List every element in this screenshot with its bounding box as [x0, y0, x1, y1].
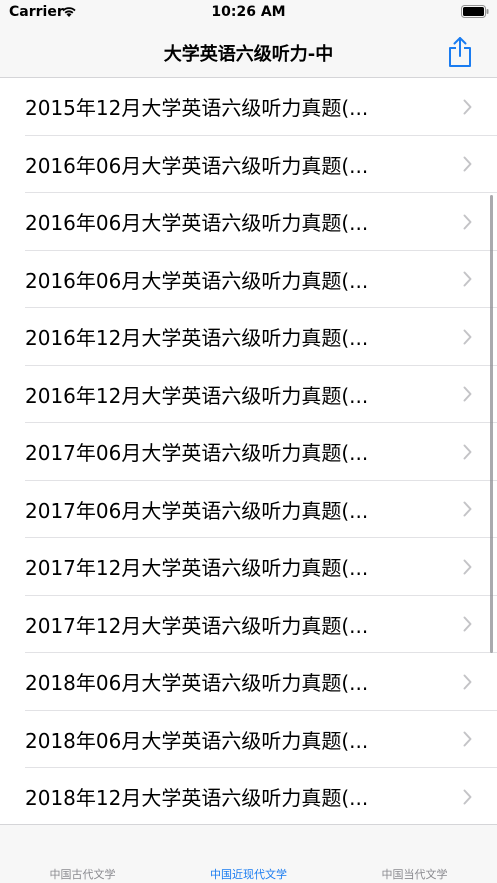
list-item-label: 2017年12月大学英语六级听力真题(...	[25, 556, 369, 581]
chevron-right-icon	[463, 501, 472, 517]
list-item[interactable]: 2016年12月大学英语六级听力真题(...	[0, 308, 497, 366]
chevron-right-icon	[463, 214, 472, 230]
chevron-right-icon	[463, 674, 472, 690]
list-item[interactable]: 2018年06月大学英语六级听力真题(...	[0, 653, 497, 711]
status-bar: Carrier 10:26 AM	[0, 0, 497, 28]
chevron-right-icon	[463, 559, 472, 575]
list-item-label: 2016年06月大学英语六级听力真题(...	[25, 211, 369, 236]
chevron-right-icon	[463, 156, 472, 172]
chevron-right-icon	[463, 99, 472, 115]
chevron-right-icon	[463, 444, 472, 460]
chevron-right-icon	[463, 789, 472, 805]
chevron-right-icon	[463, 731, 472, 747]
list-item[interactable]: 2017年12月大学英语六级听力真题(...	[0, 538, 497, 596]
list-item[interactable]: 2018年06月大学英语六级听力真题(...	[0, 711, 497, 769]
list-item[interactable]: 2016年06月大学英语六级听力真题(...	[0, 136, 497, 194]
list-item[interactable]: 2017年12月大学英语六级听力真题(...	[0, 596, 497, 654]
list-item[interactable]: 2017年06月大学英语六级听力真题(...	[0, 481, 497, 539]
list-item[interactable]: 2016年06月大学英语六级听力真题(...	[0, 193, 497, 251]
list-item-label: 2015年12月大学英语六级听力真题(...	[25, 96, 369, 121]
list-item-label: 2016年06月大学英语六级听力真题(...	[25, 153, 369, 178]
list-item-label: 2017年06月大学英语六级听力真题(...	[25, 498, 369, 523]
status-time: 10:26 AM	[211, 4, 286, 20]
chevron-right-icon	[463, 386, 472, 402]
list-item-label: 2017年06月大学英语六级听力真题(...	[25, 441, 369, 466]
list-item-label: 2016年06月大学英语六级听力真题(...	[25, 268, 369, 293]
tab-contemporary-literature[interactable]: 中国当代文学	[332, 866, 497, 882]
battery-icon	[461, 5, 489, 18]
navigation-bar: 大学英语六级听力-中	[0, 28, 497, 78]
tab-modern-literature[interactable]: 中国近现代文学	[166, 866, 331, 882]
list-item[interactable]: 2015年12月大学英语六级听力真题(...	[0, 78, 497, 136]
list-item-label: 2018年06月大学英语六级听力真题(...	[25, 728, 369, 753]
list-item-label: 2017年12月大学英语六级听力真题(...	[25, 613, 369, 638]
list-item-label: 2018年12月大学英语六级听力真题(...	[25, 786, 369, 811]
list-item-label: 2016年12月大学英语六级听力真题(...	[25, 383, 369, 408]
page-title: 大学英语六级听力-中	[163, 44, 334, 65]
list-item-label: 2016年12月大学英语六级听力真题(...	[25, 326, 369, 351]
list-item[interactable]: 2018年12月大学英语六级听力真题(...	[0, 768, 497, 824]
share-icon[interactable]	[447, 36, 473, 68]
list-item[interactable]: 2016年06月大学英语六级听力真题(...	[0, 251, 497, 309]
tab-bar: 中国古代文学 中国近现代文学 中国当代文学	[0, 824, 497, 883]
scroll-indicator[interactable]	[490, 195, 493, 653]
chevron-right-icon	[463, 271, 472, 287]
chevron-right-icon	[463, 329, 472, 345]
episode-list[interactable]: 2015年12月大学英语六级听力真题(... 2016年06月大学英语六级听力真…	[0, 78, 497, 824]
list-item[interactable]: 2016年12月大学英语六级听力真题(...	[0, 366, 497, 424]
tab-ancient-literature[interactable]: 中国古代文学	[0, 866, 165, 882]
list-item-label: 2018年06月大学英语六级听力真题(...	[25, 671, 369, 696]
list-item[interactable]: 2017年06月大学英语六级听力真题(...	[0, 423, 497, 481]
chevron-right-icon	[463, 616, 472, 632]
